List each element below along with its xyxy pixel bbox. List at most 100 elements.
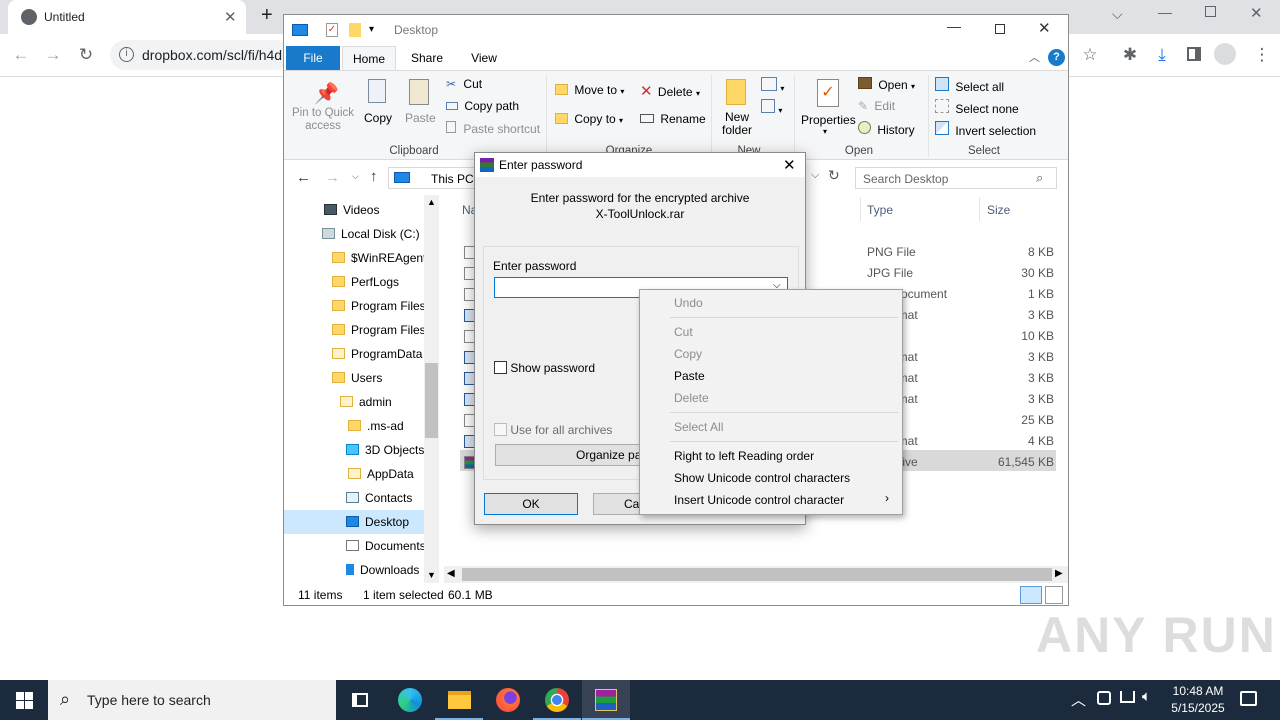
cancel-button[interactable]: Car — [593, 493, 643, 515]
browser-tab[interactable]: Untitled ✕ — [8, 0, 246, 34]
nav-up-icon[interactable]: ↑ — [370, 168, 378, 185]
scroll-left-icon[interactable]: ◀ — [447, 568, 455, 579]
notifications-icon[interactable] — [1240, 691, 1257, 706]
paste-button[interactable]: Paste — [401, 75, 436, 137]
nav-item[interactable]: $WinREAgent — [284, 246, 424, 270]
nav-item[interactable]: PerfLogs — [284, 270, 424, 294]
collapse-ribbon-icon[interactable]: ︿ — [1029, 49, 1040, 65]
nav-item[interactable]: .ms-ad — [284, 414, 424, 438]
hscrollbar-thumb[interactable] — [462, 568, 1052, 581]
menu-item-select-all[interactable]: Select All — [674, 416, 723, 438]
firefox-icon[interactable] — [484, 680, 532, 720]
nav-item[interactable]: Desktop — [284, 510, 424, 534]
column-type[interactable]: Type — [867, 203, 893, 217]
show-password-checkbox[interactable]: Show password — [494, 361, 595, 375]
select-all-button[interactable]: Select all — [935, 77, 1004, 94]
help-icon[interactable]: ? — [1048, 49, 1065, 66]
easy-access-button[interactable]: ▾ — [761, 99, 782, 116]
large-icons-view-icon[interactable] — [1045, 586, 1063, 604]
use-all-archives-checkbox[interactable]: Use for all archives — [494, 423, 612, 437]
qat-dropdown-icon[interactable]: ▾ — [369, 24, 374, 35]
reload-icon[interactable]: ↻ — [73, 42, 99, 68]
menu-item-copy[interactable]: Copy — [674, 343, 702, 365]
menu-item-delete[interactable]: Delete — [674, 387, 709, 409]
cut-button[interactable]: ✂ Cut — [446, 77, 482, 95]
pin-quick-access-button[interactable]: 📌 Pin to Quick access — [288, 75, 358, 137]
open-button[interactable]: Open ▾ — [858, 77, 915, 92]
nav-scrollbar-thumb[interactable] — [425, 363, 438, 438]
explorer-search-box[interactable]: Search Desktop ⌕ — [855, 167, 1057, 189]
menu-item-show-unicode[interactable]: Show Unicode control characters — [674, 467, 850, 489]
taskbar-search-box[interactable]: ⌕ Type here to search — [48, 680, 336, 720]
file-explorer-taskbar-icon[interactable] — [435, 680, 483, 720]
menu-item-paste[interactable]: Paste — [674, 365, 705, 387]
new-folder-button[interactable]: New folder — [718, 75, 756, 139]
quick-properties-icon[interactable]: ✓ — [326, 23, 338, 37]
column-size[interactable]: Size — [987, 203, 1010, 217]
extensions-icon[interactable]: ✱ — [1117, 42, 1143, 68]
tab-home[interactable]: Home — [342, 46, 396, 70]
clock-date[interactable]: 5/15/2025 — [1163, 701, 1233, 715]
download-icon[interactable]: ⤓ — [1149, 42, 1175, 68]
edge-icon[interactable] — [386, 680, 434, 720]
menu-icon[interactable]: ⋮ — [1249, 42, 1275, 68]
copy-path-button[interactable]: Copy path — [446, 99, 519, 117]
nav-item[interactable]: Contacts — [284, 486, 424, 510]
nav-item[interactable]: admin — [284, 390, 424, 414]
nav-item[interactable]: Downloads — [284, 558, 424, 582]
properties-button[interactable]: ✓ Properties ▾ — [799, 75, 856, 141]
organize-passwords-button[interactable]: Organize pa — [495, 444, 655, 466]
task-view-icon[interactable] — [336, 680, 384, 720]
hscrollbar[interactable]: ◀ ▶ — [444, 566, 1068, 583]
details-view-icon[interactable] — [1020, 586, 1042, 604]
nav-back-icon[interactable]: ← — [296, 169, 311, 186]
scroll-up-icon[interactable]: ▲ — [427, 197, 436, 207]
chrome-icon[interactable] — [533, 680, 581, 720]
ok-button[interactable]: OK — [484, 493, 578, 515]
address-path-box[interactable]: This PC — [388, 167, 476, 189]
menu-item-undo[interactable]: Undo — [674, 292, 703, 314]
address-dropdown-icon[interactable]: ⌵ — [811, 169, 819, 182]
volume-icon[interactable]: 🔈︎ — [1142, 688, 1151, 705]
address-bar[interactable]: i dropbox.com/scl/fi/h4d — [110, 40, 290, 70]
invert-selection-button[interactable]: Invert selection — [935, 121, 1036, 138]
browser-minimize-icon[interactable]: — — [1158, 4, 1172, 20]
nav-item[interactable]: Documents — [284, 534, 424, 558]
delete-button[interactable]: ✕ Delete ▾ — [640, 82, 700, 100]
nav-item[interactable]: Videos — [284, 198, 424, 222]
select-none-button[interactable]: Select none — [935, 99, 1019, 116]
menu-item-insert-unicode[interactable]: Insert Unicode control character — [674, 489, 844, 511]
back-icon[interactable]: ← — [8, 42, 34, 68]
scroll-down-icon[interactable]: ▼ — [427, 570, 436, 580]
nav-item[interactable]: ProgramData — [284, 342, 424, 366]
start-button[interactable] — [0, 680, 48, 720]
menu-item-rtl-reading-order[interactable]: Right to left Reading order — [674, 445, 814, 467]
winrar-taskbar-icon[interactable] — [582, 680, 630, 720]
tab-view[interactable]: View — [456, 46, 512, 70]
nav-item[interactable]: Local Disk (C:) — [284, 222, 424, 246]
explorer-maximize-icon[interactable] — [995, 24, 1005, 34]
nav-item[interactable]: Program Files — [284, 294, 424, 318]
sidepanel-icon[interactable] — [1187, 47, 1201, 61]
move-to-button[interactable]: Move to ▾ — [555, 83, 624, 97]
copy-button[interactable]: Copy — [362, 75, 392, 137]
star-icon[interactable]: ☆ — [1077, 42, 1103, 68]
explorer-close-icon[interactable]: ✕ — [1038, 19, 1051, 37]
nav-item[interactable]: Users — [284, 366, 424, 390]
recent-locations-icon[interactable]: ⌵ — [352, 171, 359, 182]
network-icon[interactable] — [1097, 691, 1111, 705]
show-hidden-icons[interactable]: ︿ — [1071, 689, 1086, 710]
nav-item[interactable]: AppData — [284, 462, 424, 486]
history-button[interactable]: History — [858, 121, 915, 137]
edit-button[interactable]: ✎ Edit — [858, 99, 895, 113]
close-tab-icon[interactable]: ✕ — [224, 8, 237, 26]
nav-forward-icon[interactable]: → — [325, 169, 340, 186]
tab-share[interactable]: Share — [400, 46, 454, 70]
browser-close-icon[interactable]: ✕ — [1250, 4, 1263, 22]
nav-item[interactable]: Program Files — [284, 318, 424, 342]
profile-avatar[interactable] — [1214, 43, 1236, 65]
browser-restore-icon[interactable] — [1205, 6, 1216, 17]
wifi-icon[interactable] — [1120, 691, 1135, 703]
nav-item[interactable]: 3D Objects — [284, 438, 424, 462]
new-item-button[interactable]: ▾ — [761, 77, 784, 94]
